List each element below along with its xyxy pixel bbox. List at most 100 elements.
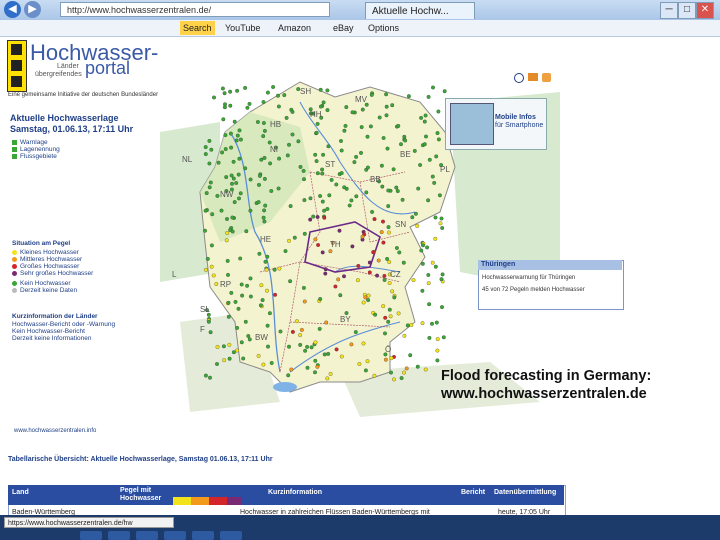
gauge-marker[interactable] [269, 361, 274, 365]
gauge-marker[interactable] [231, 159, 236, 164]
gauge-marker[interactable] [426, 281, 431, 286]
gauge-marker[interactable] [259, 157, 264, 162]
gauge-marker[interactable] [219, 208, 224, 213]
gauge-marker[interactable] [285, 153, 290, 158]
gauge-marker[interactable] [328, 371, 333, 376]
gauge-marker[interactable] [436, 137, 441, 142]
search-button[interactable]: Search [180, 21, 215, 35]
gauge-marker[interactable] [440, 226, 445, 230]
gauge-marker[interactable] [372, 217, 377, 222]
gauge-marker[interactable] [264, 267, 269, 272]
gauge-marker[interactable] [349, 342, 354, 347]
address-bar[interactable]: http://www.hochwasserzentralen.de/ [60, 2, 330, 17]
gauge-marker[interactable] [385, 256, 390, 261]
gauge-marker[interactable] [203, 208, 208, 213]
gauge-marker[interactable] [435, 358, 440, 363]
gauge-marker[interactable] [329, 177, 334, 182]
gauge-marker[interactable] [439, 216, 444, 221]
gauge-marker[interactable] [248, 208, 253, 213]
gauge-marker[interactable] [204, 191, 209, 196]
gauge-marker[interactable] [287, 142, 291, 147]
gauge-marker[interactable] [365, 165, 370, 170]
gauge-marker[interactable] [394, 185, 399, 190]
gauge-marker[interactable] [273, 292, 278, 297]
gauge-marker[interactable] [256, 200, 261, 205]
gauge-marker[interactable] [320, 171, 325, 176]
gauge-marker[interactable] [277, 266, 282, 271]
mail-icon[interactable] [528, 73, 538, 81]
gauge-marker[interactable] [222, 91, 227, 96]
gauge-marker[interactable] [209, 243, 214, 248]
gauge-marker[interactable] [237, 196, 241, 201]
gauge-marker[interactable] [288, 279, 293, 284]
gauge-marker[interactable] [402, 370, 406, 375]
gauge-marker[interactable] [395, 189, 400, 194]
gauge-marker[interactable] [228, 131, 233, 136]
gauge-marker[interactable] [339, 148, 344, 153]
link-lagenennung[interactable]: Lagenennung [12, 146, 60, 153]
gauge-marker[interactable] [232, 200, 237, 205]
gauge-marker[interactable] [320, 250, 325, 255]
gauge-marker[interactable] [243, 85, 248, 90]
gauge-marker[interactable] [387, 230, 391, 235]
gauge-marker[interactable] [268, 161, 273, 166]
gauge-marker[interactable] [208, 375, 212, 380]
gauge-marker[interactable] [367, 270, 372, 275]
gauge-marker[interactable] [303, 348, 308, 353]
gauge-marker[interactable] [430, 321, 434, 326]
close-button[interactable]: ✕ [696, 2, 714, 19]
gauge-marker[interactable] [292, 235, 297, 240]
gauge-marker[interactable] [247, 101, 252, 106]
gauge-marker[interactable] [298, 333, 303, 338]
gauge-marker[interactable] [225, 231, 230, 235]
gauge-marker[interactable] [248, 276, 253, 281]
gauge-marker[interactable] [225, 258, 230, 263]
gauge-marker[interactable] [248, 177, 253, 182]
gauge-marker[interactable] [339, 171, 344, 176]
gauge-marker[interactable] [313, 237, 318, 242]
gauge-marker[interactable] [325, 376, 330, 381]
gauge-marker[interactable] [426, 273, 431, 277]
gauge-marker[interactable] [427, 157, 432, 162]
gauge-marker[interactable] [432, 180, 437, 185]
minimize-button[interactable]: ─ [660, 2, 678, 19]
gauge-marker[interactable] [366, 298, 371, 303]
gauge-marker[interactable] [415, 364, 420, 369]
gauge-marker[interactable] [419, 115, 424, 120]
gauge-marker[interactable] [336, 277, 341, 282]
gauge-marker[interactable] [266, 344, 270, 349]
gauge-marker[interactable] [287, 238, 291, 243]
gauge-marker[interactable] [415, 223, 420, 228]
gauge-marker[interactable] [373, 312, 378, 317]
gauge-marker[interactable] [325, 207, 330, 211]
gauge-marker[interactable] [364, 190, 369, 195]
gauge-marker[interactable] [334, 182, 339, 187]
gauge-marker[interactable] [322, 208, 327, 213]
back-button[interactable]: ◀ [4, 1, 21, 18]
gauge-marker[interactable] [223, 133, 228, 138]
gauge-marker[interactable] [355, 278, 360, 283]
gauge-marker[interactable] [290, 132, 295, 137]
gauge-marker[interactable] [314, 159, 319, 164]
gauge-marker[interactable] [343, 123, 348, 128]
gauge-marker[interactable] [260, 298, 265, 303]
fav-ebay[interactable]: eBay [333, 21, 354, 35]
gauge-marker[interactable] [389, 370, 393, 375]
gauge-marker[interactable] [323, 271, 328, 276]
gauge-marker[interactable] [302, 177, 306, 182]
gauge-marker[interactable] [234, 138, 239, 143]
gauge-marker[interactable] [401, 260, 406, 265]
gauge-marker[interactable] [259, 283, 264, 288]
gauge-marker[interactable] [363, 295, 368, 300]
gauge-marker[interactable] [207, 161, 212, 166]
gauge-marker[interactable] [376, 258, 381, 263]
gauge-marker[interactable] [305, 344, 310, 349]
gauge-marker[interactable] [232, 119, 237, 124]
gauge-marker[interactable] [439, 277, 444, 282]
gauge-marker[interactable] [425, 245, 430, 250]
gauge-marker[interactable] [298, 164, 303, 169]
gauge-marker[interactable] [299, 327, 304, 332]
gauge-marker[interactable] [416, 186, 421, 191]
gauge-marker[interactable] [208, 330, 213, 335]
gauge-marker[interactable] [396, 123, 401, 128]
